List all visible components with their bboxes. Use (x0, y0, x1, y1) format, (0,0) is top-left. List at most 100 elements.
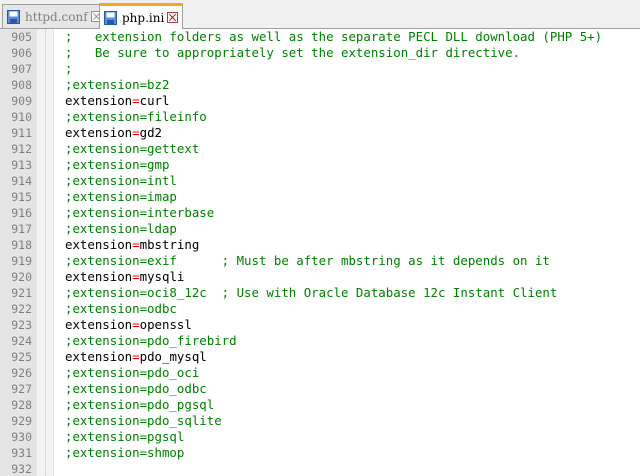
line-number: 923 (11, 318, 32, 332)
line-number: 932 (11, 462, 32, 476)
line-number: 924 (11, 334, 32, 348)
setting-key: extension (65, 317, 133, 332)
saved-file-icon (104, 10, 117, 25)
line-text: ;extension=intl (65, 173, 177, 189)
line-number: 913 (11, 158, 32, 172)
line-number: 921 (11, 286, 32, 300)
setting-value: pdo_mysql (139, 349, 207, 364)
comment-text: ;extension=intl (65, 173, 177, 188)
line-text: ;extension=odbc (65, 301, 177, 317)
comment-text: ;extension=bz2 (65, 77, 170, 92)
line-number: 905 (11, 30, 32, 44)
comment-text: ;extension=odbc (65, 301, 177, 316)
line-text: ;extension=pdo_pgsql (65, 397, 214, 413)
line-number: 912 (11, 142, 32, 156)
setting-key: extension (65, 349, 133, 364)
line-text: ;extension=ldap (65, 221, 177, 237)
comment-text: ;extension=ldap (65, 221, 177, 236)
line-number: 928 (11, 398, 32, 412)
code-editor[interactable]: 905 ; extension folders as well as the se… (0, 29, 640, 476)
line-number: 914 (11, 174, 32, 188)
line-text: ;extension=gettext (65, 141, 199, 157)
line-text: extension=mbstring (65, 237, 199, 253)
tab-php-ini[interactable]: php.ini (99, 3, 184, 29)
line-number: 915 (11, 190, 32, 204)
line-number: 907 (11, 62, 32, 76)
line-text: ;extension=exif ; Must be after mbstring… (65, 253, 550, 269)
comment-text: ;extension=gmp (65, 157, 170, 172)
setting-key: extension (65, 269, 133, 284)
tab-label: httpd.conf (25, 9, 88, 24)
comment-text: ; (65, 61, 73, 76)
comment-text: ;extension=shmop (65, 445, 185, 460)
line-number: 919 (11, 254, 32, 268)
setting-key: extension (65, 93, 133, 108)
line-text: extension=mysqli (65, 269, 184, 285)
line-text: ;extension=shmop (65, 445, 184, 461)
setting-value: openssl (139, 317, 192, 332)
comment-text: ;extension=pdo_firebird (65, 333, 237, 348)
equals-operator: = (132, 269, 140, 284)
line-number: 920 (11, 270, 32, 284)
line-number: 927 (11, 382, 32, 396)
fold-margin (37, 29, 54, 476)
line-text: ; (65, 61, 72, 77)
setting-value: curl (139, 93, 170, 108)
equals-operator: = (132, 237, 140, 252)
line-text: ;extension=fileinfo (65, 109, 207, 125)
comment-text: ;extension=pdo_pgsql (65, 397, 215, 412)
comment-text: ;extension=pdo_oci (65, 365, 200, 380)
line-number: 917 (11, 222, 32, 236)
close-icon[interactable] (167, 12, 179, 23)
line-number: 909 (11, 94, 32, 108)
line-number: 906 (11, 46, 32, 60)
setting-value: mysqli (139, 269, 185, 284)
comment-text: ;extension=fileinfo (65, 109, 207, 124)
comment-text: ; Be sure to appropriately set the exten… (65, 45, 521, 60)
tab-label: php.ini (122, 10, 165, 25)
line-text: ;extension=pdo_odbc (65, 381, 207, 397)
line-text: ;extension=interbase (65, 205, 214, 221)
setting-value: gd2 (139, 125, 162, 140)
line-text: ;extension=bz2 (65, 77, 169, 93)
tab-httpd-conf[interactable]: httpd.conf (2, 4, 107, 28)
line-number: 931 (11, 446, 32, 460)
tab-bar: httpd.conf php.ini (0, 0, 640, 29)
line-number: 925 (11, 350, 32, 364)
line-number: 922 (11, 302, 32, 316)
comment-text: ;extension=exif ; Must be after mbstring… (65, 253, 550, 268)
line-number: 908 (11, 78, 32, 92)
equals-operator: = (132, 125, 140, 140)
line-text: ;extension=oci8_12c ; Use with Oracle Da… (65, 285, 557, 301)
line-number: 929 (11, 414, 32, 428)
line-text: extension=pdo_mysql (65, 349, 207, 365)
line-number: 910 (11, 110, 32, 124)
line-text: extension=curl (65, 93, 169, 109)
comment-text: ;extension=pdo_odbc (65, 381, 207, 396)
line-number: 926 (11, 366, 32, 380)
comment-text: ;extension=interbase (65, 205, 215, 220)
comment-text: ; extension folders as well as the separ… (65, 29, 603, 44)
line-text: extension=openssl (65, 317, 192, 333)
line-number: 911 (11, 126, 32, 140)
line-number: 916 (11, 206, 32, 220)
comment-text: ;extension=oci8_12c ; Use with Oracle Da… (65, 285, 558, 300)
comment-text: ;extension=pdo_sqlite (65, 413, 222, 428)
line-number: 918 (11, 238, 32, 252)
line-text: ; extension folders as well as the separ… (65, 29, 602, 45)
line-text: ;extension=pdo_firebird (65, 333, 237, 349)
equals-operator: = (132, 317, 140, 332)
equals-operator: = (132, 349, 140, 364)
setting-key: extension (65, 237, 133, 252)
line-text: ;extension=pgsql (65, 429, 184, 445)
comment-text: ;extension=gettext (65, 141, 200, 156)
saved-file-icon (7, 9, 20, 24)
line-text: extension=gd2 (65, 125, 162, 141)
line-text: ;extension=pdo_sqlite (65, 413, 222, 429)
equals-operator: = (132, 93, 140, 108)
line-text: ;extension=gmp (65, 157, 169, 173)
comment-text: ;extension=imap (65, 189, 177, 204)
comment-text: ;extension=pgsql (65, 429, 185, 444)
line-text: ;extension=pdo_oci (65, 365, 199, 381)
setting-key: extension (65, 125, 133, 140)
